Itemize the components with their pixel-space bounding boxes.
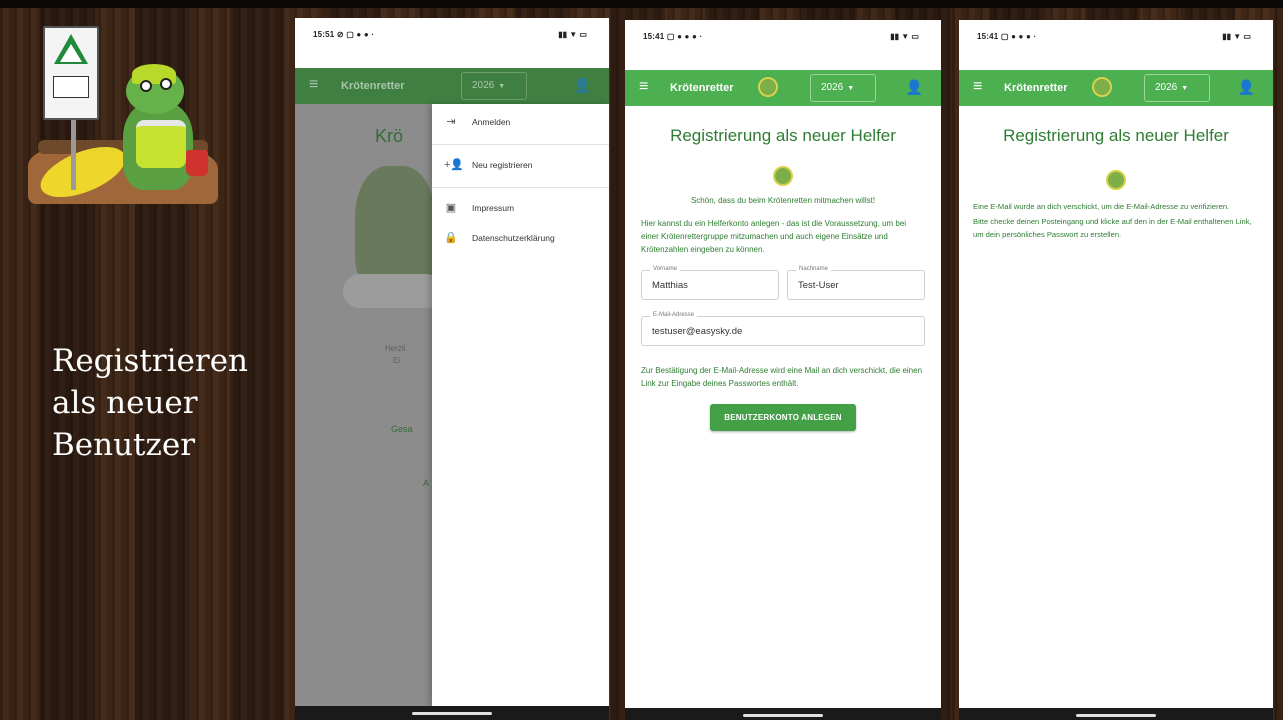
user-icon[interactable]: 👤 — [906, 79, 923, 95]
home-indicator[interactable] — [412, 712, 492, 715]
year-select[interactable]: 2026 ▼ — [1144, 74, 1210, 102]
email-input[interactable] — [652, 326, 901, 337]
name-fields: Vorname Nachname — [641, 266, 925, 300]
lock-icon: 🔒 — [444, 232, 458, 244]
status-bar: 15:41 ▢ ● ● ● · ▮▮ ▼ ▭ — [625, 20, 941, 70]
status-bar: 15:41 ▢ ● ● ● · ▮▮ ▼ ▭ — [959, 20, 1273, 70]
app-title: Krötenretter — [341, 80, 405, 92]
firstname-label: Vorname — [650, 266, 681, 272]
divider — [432, 144, 609, 145]
register-page: Registrierung als neuer Helfer Schön, da… — [625, 126, 941, 431]
year-select[interactable]: 2026 ▼ — [810, 74, 876, 102]
page-title: Registrierung als neuer Helfer — [670, 126, 896, 145]
drawer-item-imprint[interactable]: ▣ Impressum — [432, 190, 609, 220]
phone-screenshot-confirmation: 15:41 ▢ ● ● ● · ▮▮ ▼ ▭ ≡ Krötenretter 20… — [959, 20, 1273, 720]
page-title: Registrierung als neuer Helfer — [1003, 126, 1229, 145]
firstname-field: Vorname — [641, 266, 779, 300]
menu-icon[interactable]: ≡ — [309, 77, 318, 93]
slide-title: Registrieren als neuer Benutzer — [52, 340, 282, 466]
person-add-icon: +👤 — [444, 159, 465, 171]
divider — [432, 187, 609, 188]
confirmation-page: Registrierung als neuer Helfer Eine E-Ma… — [959, 126, 1273, 241]
slide-title-line: Benutzer — [52, 427, 196, 463]
confirm-note: Zur Bestätigung der E-Mail-Adresse wird … — [641, 366, 923, 388]
info-email-sent: Eine E-Mail wurde an dich verschickt, um… — [973, 202, 1230, 211]
user-icon[interactable]: 👤 — [1238, 79, 1255, 95]
intro-text: Hier kannst du ein Helferkonto anlegen -… — [641, 219, 907, 254]
home-indicator[interactable] — [743, 714, 823, 717]
info-box-icon: ▣ — [445, 202, 457, 214]
year-select[interactable]: 2026 ▼ — [461, 72, 527, 100]
logo-toad-sign — [43, 26, 99, 120]
login-icon: ⇥ — [446, 116, 456, 128]
navigation-drawer: ⇥ Anmelden +👤 Neu registrieren ▣ Impress… — [432, 104, 609, 706]
status-time: 15:41 ▢ ● ● ● · — [977, 32, 1037, 41]
status-time: 15:51 ⊘ ▢ ● ● · — [313, 30, 375, 39]
drawer-item-privacy[interactable]: 🔒 Datenschutzerklärung — [432, 220, 609, 250]
menu-icon[interactable]: ≡ — [973, 79, 982, 95]
app-title: Krötenretter — [1004, 82, 1068, 94]
android-nav-bar — [295, 706, 609, 720]
android-nav-bar — [625, 708, 941, 720]
logo-bucket — [186, 150, 208, 176]
app-title: Krötenretter — [670, 82, 734, 94]
slide-title-line: Registrieren — [52, 343, 249, 379]
email-label: E-Mail-Adresse — [650, 312, 698, 318]
system-icons: ▮▮ ▼ ▭ — [1222, 32, 1251, 41]
status-time: 15:41 ▢ ● ● ● · — [643, 32, 703, 41]
firstname-input[interactable] — [652, 280, 772, 291]
lastname-label: Nachname — [796, 266, 832, 272]
system-icons: ▮▮ ▼ ▭ — [890, 32, 919, 41]
welcome-text: Schön, dass du beim Krötenretten mitmach… — [690, 196, 876, 205]
logo-safety-vest — [136, 120, 186, 168]
app-bar: ≡ Krötenretter 2026 ▼ 👤 — [295, 68, 609, 104]
confirmation-info: Eine E-Mail wurde an dich verschickt, um… — [973, 200, 1259, 241]
mascot-icon — [773, 166, 793, 186]
android-nav-bar — [959, 708, 1273, 720]
top-border — [0, 0, 1283, 8]
phone-screenshot-menu: 15:51 ⊘ ▢ ● ● · ▮▮ ▼ ▭ ≡ Krötenretter 20… — [295, 18, 609, 720]
lastname-input[interactable] — [798, 280, 918, 291]
create-account-button[interactable]: BENUTZERKONTO ANLEGEN — [710, 404, 856, 431]
app-bar: ≡ Krötenretter 2026 ▼ 👤 — [625, 70, 941, 106]
system-icons: ▮▮ ▼ ▭ — [558, 30, 587, 39]
info-check-inbox: Bitte checke deinen Posteingang und klic… — [973, 217, 1252, 239]
app-bar: ≡ Krötenretter 2026 ▼ 👤 — [959, 70, 1273, 106]
menu-icon[interactable]: ≡ — [639, 79, 648, 95]
status-bar: 15:51 ⊘ ▢ ● ● · ▮▮ ▼ ▭ — [295, 18, 609, 68]
phone-screenshot-register-form: 15:41 ▢ ● ● ● · ▮▮ ▼ ▭ ≡ Krötenretter 20… — [625, 20, 941, 720]
mascot-icon — [1106, 170, 1126, 190]
mascot-icon — [1092, 77, 1112, 97]
home-indicator[interactable] — [1076, 714, 1156, 717]
drawer-item-login[interactable]: ⇥ Anmelden — [432, 104, 609, 142]
kroetenretter-logo — [28, 22, 228, 212]
slide-title-line: als neuer — [52, 385, 198, 421]
email-field: E-Mail-Adresse — [641, 312, 925, 346]
drawer-item-register[interactable]: +👤 Neu registrieren — [432, 147, 609, 185]
user-icon[interactable]: 👤 — [574, 77, 591, 93]
mascot-icon — [758, 77, 778, 97]
lastname-field: Nachname — [787, 266, 925, 300]
